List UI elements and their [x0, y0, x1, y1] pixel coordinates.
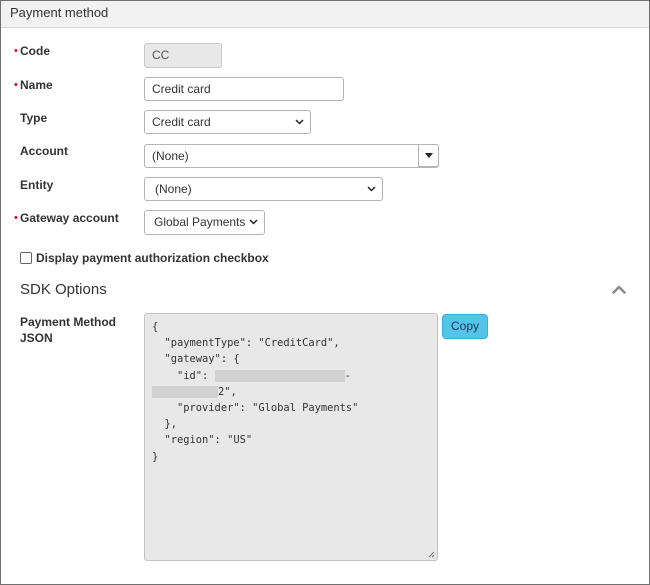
code-label: Code [20, 44, 50, 58]
caret-down-icon [424, 153, 433, 158]
copy-button[interactable]: Copy [442, 314, 488, 339]
resize-grip-icon[interactable] [428, 551, 435, 558]
json-id-key: "id": [152, 369, 215, 382]
gateway-account-label: Gateway account [20, 211, 119, 225]
gateway-account-select[interactable]: Global Payments [144, 210, 265, 235]
type-select[interactable]: Credit card [144, 110, 311, 134]
json-line: } [152, 450, 159, 463]
display-authorization-label[interactable]: Display payment authorization checkbox [36, 251, 269, 265]
json-line: { [152, 321, 159, 333]
chevron-down-icon [295, 119, 304, 125]
json-label-line2: JSON [20, 331, 53, 345]
required-marker: • [14, 79, 18, 91]
sdk-options-title: SDK Options [20, 281, 107, 298]
entity-select-value: (None) [155, 182, 192, 196]
json-line: "paymentType": "CreditCard", [152, 337, 340, 350]
json-line: "provider": "Global Payments" [152, 401, 359, 414]
json-id-line2-tail: 2", [218, 385, 237, 398]
account-dropdown-button[interactable] [418, 144, 439, 167]
chevron-down-icon [367, 186, 376, 192]
json-line: }, [152, 418, 178, 431]
payment-method-json-textarea[interactable]: { "paymentType": "CreditCard", "gateway"… [144, 313, 438, 561]
entity-select[interactable]: (None) [144, 177, 383, 201]
json-id-tail: - [344, 369, 351, 382]
json-line-id: "id": - [152, 368, 437, 384]
panel-title: Payment method [10, 5, 109, 20]
json-label-line1: Payment Method [20, 315, 117, 329]
required-marker: • [14, 45, 18, 57]
chevron-up-icon[interactable] [612, 284, 626, 294]
account-combobox[interactable]: (None) [144, 144, 439, 168]
payment-method-panel: Payment method • Code CC • Name Credit c… [0, 0, 650, 585]
redacted-block [214, 369, 345, 382]
json-line: "region": "US" [152, 434, 253, 447]
display-authorization-checkbox[interactable] [20, 252, 32, 264]
json-line: "gateway": { [152, 353, 240, 366]
account-label: Account [20, 144, 68, 158]
panel-header: Payment method [1, 1, 649, 28]
json-line-id-cont: 2", [152, 384, 437, 400]
account-combobox-value: (None) [152, 149, 189, 163]
type-select-value: Credit card [152, 115, 211, 129]
gateway-account-select-value: Global Payments [154, 215, 246, 229]
redacted-block [152, 385, 218, 398]
name-input[interactable]: Credit card [144, 77, 344, 101]
required-marker: • [14, 212, 18, 224]
code-input[interactable]: CC [144, 43, 222, 68]
name-label: Name [20, 78, 53, 92]
entity-label: Entity [20, 178, 54, 192]
type-label: Type [20, 111, 48, 125]
chevron-down-icon [249, 219, 258, 225]
